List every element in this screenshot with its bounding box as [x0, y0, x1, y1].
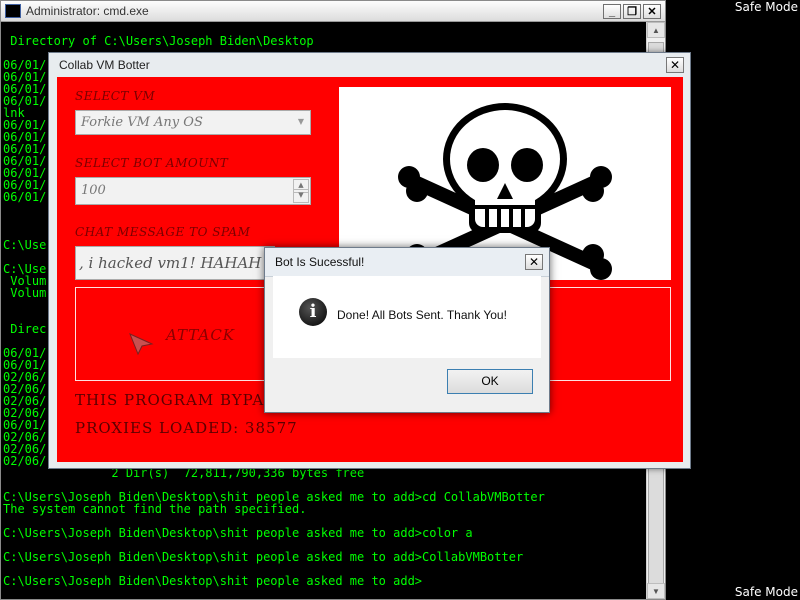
cursor-arrow-icon: [129, 333, 154, 356]
chevron-down-icon: ▼: [297, 117, 304, 126]
chat-message-label: CHAT MESSAGE TO SPAM: [75, 225, 251, 239]
console-line: C:\Users\Joseph Biden\Desktop\shit peopl…: [3, 550, 524, 564]
select-vm-value: Forkie VM Any OS: [81, 115, 203, 130]
botter-title: Collab VM Botter: [59, 58, 150, 72]
info-icon: i: [299, 298, 327, 326]
dialog-close-button[interactable]: ✕: [525, 254, 543, 270]
safe-mode-label-bottom: Safe Mode: [734, 585, 798, 599]
close-button[interactable]: ✕: [643, 3, 661, 19]
select-vm-dropdown[interactable]: Forkie VM Any OS ▼: [75, 110, 311, 135]
safe-mode-label-top: Safe Mode: [734, 0, 798, 14]
cmd-titlebar[interactable]: Administrator: cmd.exe _ ❐ ✕: [1, 1, 665, 22]
select-vm-label: SELECT VM: [75, 89, 156, 103]
maximize-button[interactable]: ❐: [623, 3, 641, 19]
console-line: Direc: [3, 322, 47, 336]
proxies-loaded-text: PROXIES LOADED: 38577: [75, 419, 298, 437]
dialog-body: i Done! All Bots Sent. Thank You!: [273, 276, 541, 358]
dialog-title: Bot Is Sucessful!: [275, 255, 365, 269]
stepper-down-icon[interactable]: ▼: [293, 189, 309, 203]
chat-message-value: , i hacked vm1! HAHAH: [79, 254, 262, 272]
console-line: 06/01/: [3, 190, 47, 204]
ok-button[interactable]: OK: [447, 369, 533, 394]
bot-amount-value: 100: [81, 183, 106, 198]
cmd-app-icon: [5, 4, 21, 18]
cmd-title: Administrator: cmd.exe: [26, 4, 149, 18]
console-line: The system cannot find the path specifie…: [3, 502, 307, 516]
console-line: C:\Users\Joseph Biden\Desktop\shit peopl…: [3, 526, 473, 540]
botter-close-button[interactable]: ✕: [666, 57, 684, 73]
scroll-up-arrow-icon[interactable]: ▲: [647, 22, 665, 38]
console-line: Directory of C:\Users\Joseph Biden\Deskt…: [3, 34, 314, 48]
console-line: C:\Users\Joseph Biden\Desktop\shit peopl…: [3, 574, 423, 588]
console-line: Volum: [3, 286, 47, 300]
minimize-button[interactable]: _: [603, 3, 621, 19]
dialog-message: Done! All Bots Sent. Thank You!: [337, 308, 507, 322]
attack-label: ATTACK: [166, 326, 235, 344]
console-line: C:\Use: [3, 238, 47, 252]
bot-amount-label: SELECT BOT AMOUNT: [75, 156, 229, 170]
dialog-titlebar[interactable]: Bot Is Sucessful! ✕: [265, 248, 549, 277]
scroll-down-arrow-icon[interactable]: ▼: [647, 583, 665, 599]
bot-amount-stepper[interactable]: 100 ▲ ▼: [75, 177, 311, 205]
bypass-text: THIS PROGRAM BYPAS: [75, 391, 276, 409]
chat-message-input[interactable]: , i hacked vm1! HAHAH: [75, 246, 275, 280]
message-dialog: Bot Is Sucessful! ✕ i Done! All Bots Sen…: [264, 247, 550, 413]
botter-titlebar[interactable]: Collab VM Botter ✕: [49, 53, 690, 77]
